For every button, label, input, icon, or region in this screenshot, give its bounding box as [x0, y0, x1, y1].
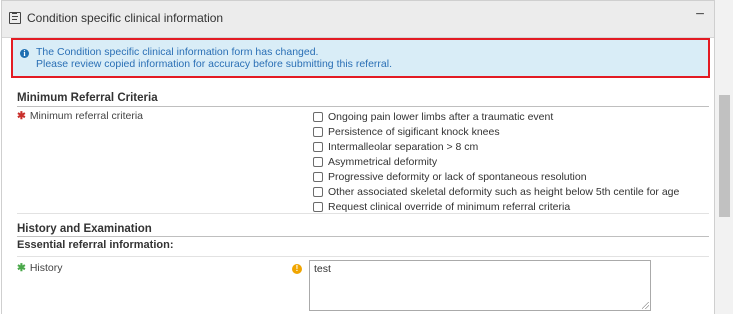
criteria-option[interactable]: Progressive deformity or lack of spontan…	[313, 169, 679, 184]
checkbox[interactable]	[313, 156, 323, 167]
criteria-option-label[interactable]: Progressive deformity or lack of spontan…	[328, 171, 587, 183]
section-divider	[17, 236, 709, 237]
checkbox[interactable]	[313, 111, 323, 122]
checkbox[interactable]	[313, 186, 323, 197]
checkbox[interactable]	[313, 171, 323, 182]
resize-handle-icon[interactable]	[642, 302, 649, 309]
scrollbar-thumb[interactable]	[719, 95, 730, 217]
criteria-option-label[interactable]: Asymmetrical deformity	[328, 156, 437, 168]
required-marker: ✱	[17, 110, 26, 122]
checkbox[interactable]	[313, 141, 323, 152]
criteria-option-label[interactable]: Ongoing pain lower limbs after a traumat…	[328, 111, 553, 123]
criteria-option-label[interactable]: Other associated skeletal deformity such…	[328, 186, 679, 198]
min-criteria-field-label: ✱ Minimum referral criteria	[17, 110, 143, 122]
essential-info-subtitle: Essential referral information:	[17, 239, 174, 251]
history-label-text: History	[29, 262, 63, 274]
checkbox[interactable]	[313, 201, 323, 212]
required-marker: ✱	[17, 262, 26, 274]
form-icon	[9, 12, 21, 24]
section-divider	[17, 106, 709, 107]
criteria-option[interactable]: Request clinical override of minimum ref…	[313, 199, 679, 214]
criteria-option[interactable]: Intermalleolar separation > 8 cm	[313, 139, 679, 154]
criteria-option-label[interactable]: Request clinical override of minimum ref…	[328, 201, 570, 213]
criteria-option[interactable]: Other associated skeletal deformity such…	[313, 184, 679, 199]
min-criteria-checklist: Ongoing pain lower limbs after a traumat…	[313, 109, 679, 214]
checkbox[interactable]	[313, 126, 323, 137]
info-icon: i	[20, 49, 29, 58]
collapse-button[interactable]: −	[692, 7, 708, 25]
alert-message-line1: The Condition specific clinical informat…	[36, 46, 319, 58]
min-criteria-section-title: Minimum Referral Criteria	[17, 92, 158, 104]
criteria-option[interactable]: Asymmetrical deformity	[313, 154, 679, 169]
field-divider	[17, 256, 709, 257]
history-section-title: History and Examination	[17, 223, 152, 235]
panel-title: Condition specific clinical information	[27, 11, 224, 25]
criteria-option[interactable]: Persistence of sigificant knock knees	[313, 124, 679, 139]
criteria-option-label[interactable]: Persistence of sigificant knock knees	[328, 126, 500, 138]
alert-message-line2: Please review copied information for acc…	[36, 58, 392, 70]
form-changed-alert: i The Condition specific clinical inform…	[11, 38, 710, 78]
panel-header[interactable]: Condition specific clinical information …	[2, 1, 714, 38]
history-value: test	[314, 263, 331, 275]
criteria-option-label[interactable]: Intermalleolar separation > 8 cm	[328, 141, 478, 153]
field-divider	[17, 213, 709, 214]
min-criteria-label-text: Minimum referral criteria	[29, 110, 143, 122]
history-field-label: ✱ History	[17, 262, 62, 274]
warning-icon: !	[292, 264, 302, 274]
history-textarea[interactable]: test	[309, 260, 651, 311]
criteria-option[interactable]: Ongoing pain lower limbs after a traumat…	[313, 109, 679, 124]
